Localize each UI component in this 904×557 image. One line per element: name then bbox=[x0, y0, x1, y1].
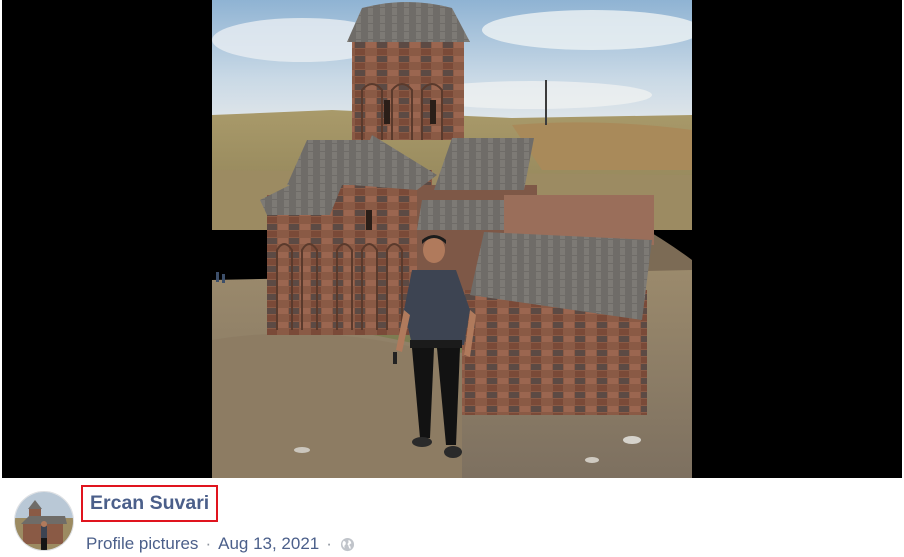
album-link[interactable]: Profile pictures bbox=[86, 534, 198, 554]
post-meta: Ercan Suvari Profile pictures · Aug 13, … bbox=[0, 478, 904, 556]
author-avatar[interactable] bbox=[14, 491, 74, 551]
post-photo[interactable] bbox=[212, 0, 692, 478]
post-date-link[interactable]: Aug 13, 2021 bbox=[218, 534, 319, 554]
author-name-link[interactable]: Ercan Suvari bbox=[81, 485, 219, 522]
globe-icon[interactable] bbox=[340, 537, 355, 552]
separator-dot: · bbox=[205, 534, 212, 553]
photo-viewer bbox=[2, 0, 902, 478]
separator-dot: · bbox=[326, 534, 332, 553]
post-subline: Profile pictures · Aug 13, 2021 · bbox=[86, 534, 355, 554]
